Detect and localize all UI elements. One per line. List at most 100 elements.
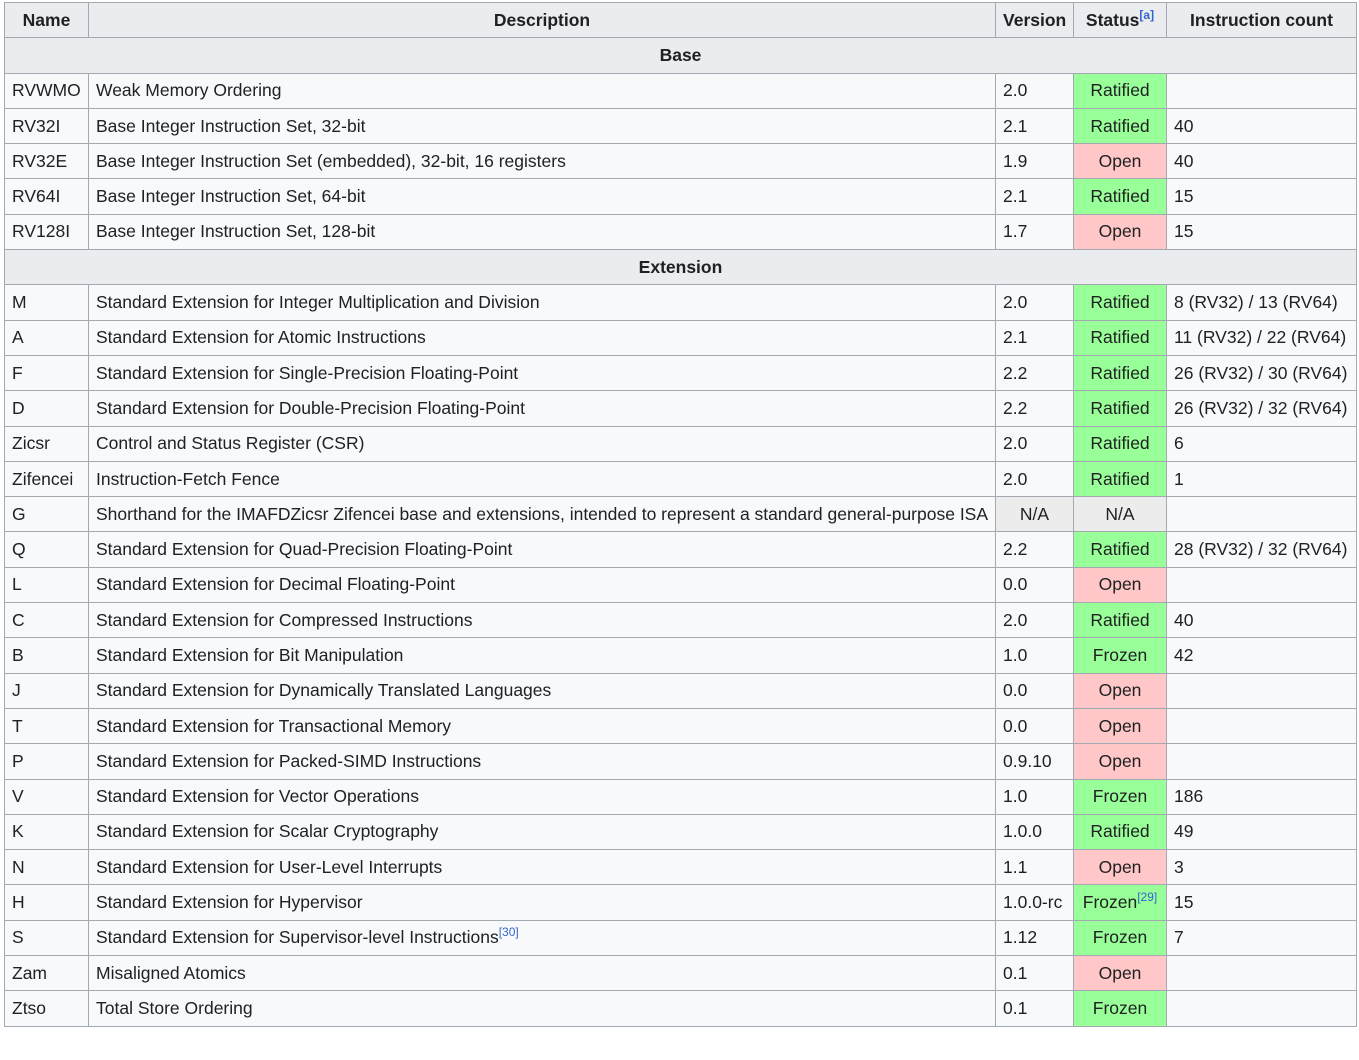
cell-description: Base Integer Instruction Set, 64-bit — [88, 178, 996, 215]
cell-name: K — [4, 813, 89, 851]
col-header-status[interactable]: Status[a] — [1073, 1, 1167, 39]
description-text: Standard Extension for Decimal Floating-… — [96, 574, 455, 595]
cell-description: Weak Memory Ordering — [88, 72, 996, 109]
table-row: J Standard Extension for Dynamically Tran… — [4, 672, 1357, 709]
col-header-name[interactable]: Name — [4, 1, 89, 39]
table-row: H Standard Extension for Hypervisor 1.0.0-… — [4, 884, 1357, 921]
citation-ref[interactable]: [30] — [499, 926, 519, 940]
table-row: B Standard Extension for Bit Manipulation… — [4, 637, 1357, 674]
description-text: Standard Extension for Atomic Instructio… — [96, 327, 426, 348]
cell-version: N/A — [995, 496, 1074, 533]
status-badge: Frozen — [1073, 637, 1167, 674]
cell-name: M — [4, 284, 89, 321]
status-badge: Open — [1073, 213, 1167, 251]
status-text: Open — [1098, 856, 1142, 877]
status-badge: Ratified — [1073, 813, 1167, 851]
status-note-ref[interactable]: [a] — [1139, 8, 1154, 22]
citation-link[interactable]: [30] — [499, 926, 519, 940]
status-badge: Open — [1073, 707, 1167, 745]
cell-version: 2.2 — [995, 390, 1074, 427]
cell-version: 0.9.10 — [995, 743, 1074, 780]
description-text: Standard Extension for Quad-Precision Fl… — [96, 539, 513, 560]
citation-ref[interactable]: [29] — [1137, 890, 1157, 904]
cell-instruction-count: 49 — [1166, 813, 1357, 851]
table-row: K Standard Extension for Scalar Cryptogra… — [4, 813, 1357, 851]
cell-name: F — [4, 354, 89, 392]
table-row: N Standard Extension for User-Level Inter… — [4, 849, 1357, 886]
status-text: Ratified — [1090, 115, 1150, 136]
cell-version: 0.0 — [995, 707, 1074, 745]
cell-version: 2.0 — [995, 425, 1074, 462]
cell-instruction-count: 42 — [1166, 637, 1357, 674]
cell-description: Total Store Ordering — [88, 990, 996, 1027]
status-badge: Ratified — [1073, 354, 1167, 392]
status-badge: Ratified — [1073, 531, 1167, 568]
description-text: Base Integer Instruction Set, 32-bit — [96, 115, 366, 136]
cell-description: Standard Extension for Supervisor-level … — [88, 919, 996, 957]
cell-version: 0.1 — [995, 955, 1074, 992]
cell-name: RVWMO — [4, 72, 89, 109]
cell-name: D — [4, 390, 89, 427]
description-text: Standard Extension for Supervisor-level … — [96, 927, 499, 948]
cell-instruction-count — [1166, 990, 1357, 1027]
status-text: Open — [1098, 715, 1142, 736]
cell-version: 1.12 — [995, 919, 1074, 957]
cell-instruction-count — [1166, 672, 1357, 709]
cell-version: 1.0.0 — [995, 813, 1074, 851]
cell-version: 2.0 — [995, 72, 1074, 109]
status-text: Ratified — [1090, 80, 1150, 101]
cell-instruction-count: 15 — [1166, 178, 1357, 215]
table-row: G Shorthand for the IMAFDZicsr Zifencei b… — [4, 496, 1357, 533]
cell-name: T — [4, 707, 89, 745]
status-badge: Open — [1073, 566, 1167, 604]
cell-name: N — [4, 849, 89, 886]
description-text: Standard Extension for Transactional Mem… — [96, 715, 452, 736]
cell-instruction-count: 8 (RV32) / 13 (RV64) — [1166, 284, 1357, 321]
col-header-status-label: Status — [1085, 9, 1140, 30]
cell-version: 2.2 — [995, 354, 1074, 392]
status-text: Open — [1098, 680, 1142, 701]
cell-description: Standard Extension for Integer Multiplic… — [88, 284, 996, 321]
status-text: Open — [1098, 962, 1142, 983]
table-row: RV32E Base Integer Instruction Set (embed… — [4, 143, 1357, 180]
cell-version: 2.2 — [995, 531, 1074, 568]
cell-version: 2.1 — [995, 178, 1074, 215]
cell-instruction-count: 40 — [1166, 107, 1357, 145]
table-body: Base RVWMO Weak Memory Ordering 2.0 Ratified… — [4, 37, 1357, 1027]
status-badge: Open — [1073, 743, 1167, 780]
table-row: Ztso Total Store Ordering 0.1 Frozen — [4, 990, 1357, 1027]
status-note-link[interactable]: [a] — [1139, 8, 1154, 22]
col-header-count[interactable]: Instruction count — [1166, 1, 1357, 39]
status-text: Frozen — [1082, 892, 1138, 913]
cell-name: J — [4, 672, 89, 709]
status-text: Frozen — [1092, 786, 1148, 807]
table-row: A Standard Extension for Atomic Instructi… — [4, 319, 1357, 356]
citation-link[interactable]: [29] — [1137, 890, 1157, 904]
table-row: Zicsr Control and Status Register (CSR) 2.… — [4, 425, 1357, 462]
cell-description: Standard Extension for Compressed Instru… — [88, 602, 996, 639]
col-header-version[interactable]: Version — [995, 1, 1074, 39]
cell-name: P — [4, 743, 89, 780]
cell-instruction-count — [1166, 955, 1357, 992]
table-row: D Standard Extension for Double-Precision… — [4, 390, 1357, 427]
cell-version: 2.1 — [995, 319, 1074, 356]
cell-instruction-count: 40 — [1166, 602, 1357, 639]
status-badge: Open — [1073, 143, 1167, 180]
status-text: Ratified — [1090, 468, 1150, 489]
section-title: Base — [4, 37, 1357, 74]
status-badge: Ratified — [1073, 107, 1167, 145]
table-row: RV64I Base Integer Instruction Set, 64-bi… — [4, 178, 1357, 215]
cell-description: Standard Extension for Single-Precision … — [88, 354, 996, 392]
status-text: Ratified — [1090, 539, 1150, 560]
cell-version: 2.0 — [995, 460, 1074, 498]
cell-instruction-count: 11 (RV32) / 22 (RV64) — [1166, 319, 1357, 356]
description-text: Standard Extension for Compressed Instru… — [96, 609, 473, 630]
cell-description: Standard Extension for User-Level Interr… — [88, 849, 996, 886]
status-badge: Ratified — [1073, 602, 1167, 639]
cell-instruction-count: 28 (RV32) / 32 (RV64) — [1166, 531, 1357, 568]
status-badge: Ratified — [1073, 390, 1167, 427]
section-title: Extension — [4, 249, 1357, 286]
cell-name: S — [4, 919, 89, 957]
description-text: Standard Extension for Single-Precision … — [96, 362, 519, 383]
col-header-description[interactable]: Description — [88, 1, 996, 39]
